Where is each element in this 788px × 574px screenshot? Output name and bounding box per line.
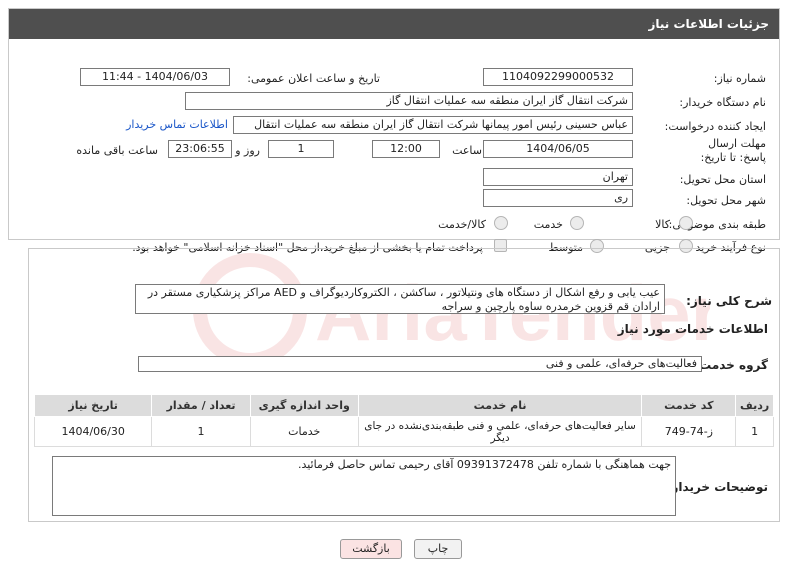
table-row[interactable]: 1 ز-74-749 سایر فعالیت‌های حرفه‌ای، علمی… [33,416,774,447]
announce-date-label: تاریخ و ساعت اعلان عمومی: [247,72,380,85]
service-group-field[interactable]: فعالیت‌های حرفه‌ای، علمی و فنی [138,356,702,372]
province-field[interactable]: تهران [483,168,633,186]
back-button[interactable]: بازگشت [340,539,402,559]
col-date-header: تاریخ نیاز [33,394,153,417]
services-section-title: اطلاعات خدمات مورد نیاز [617,322,768,336]
col-code-header: کد خدمت [641,394,737,417]
category-both-label: کالا/خدمت [438,218,486,231]
buyer-notes-label: توضیحات خریدار: [666,480,768,494]
days-field[interactable]: 1 [268,140,334,158]
creator-label: ایجاد کننده درخواست: [664,120,766,133]
panel-title: جزئیات اطلاعات نیاز [9,9,779,39]
buyer-notes-field[interactable]: جهت هماهنگی با شماره تلفن 09391372478 آق… [52,456,676,516]
service-group-label: گروه خدمت: [694,358,768,372]
description-label: شرح کلی نیاز: [686,294,772,308]
city-label: شهر محل تحویل: [686,194,766,207]
remaining-time-field[interactable]: 23:06:55 [168,140,232,158]
cell-unit: خدمات [249,416,359,447]
deadline-date-field[interactable]: 1404/06/05 [483,140,633,158]
services-table: ردیف کد خدمت نام خدمت واحد اندازه گیری ت… [33,394,774,447]
province-label: استان محل تحویل: [679,173,766,186]
col-name-header: نام خدمت [357,394,643,417]
buyer-contact-link[interactable]: اطلاعات تماس خریدار [126,118,228,131]
remaining-time-label: ساعت باقی مانده [76,144,158,157]
deadline-time-label: ساعت [452,144,482,157]
category-service-label: خدمت [533,218,563,231]
buyer-org-label: نام دستگاه خریدار: [679,96,766,109]
need-number-label: شماره نیاز: [713,72,766,85]
col-qty-header: تعداد / مقدار [151,394,251,417]
announce-date-field[interactable]: 1404/06/03 - 11:44 [80,68,230,86]
col-row-header: ردیف [735,394,774,417]
buyer-org-field[interactable]: شرکت انتقال گاز ایران منطقه سه عملیات ان… [185,92,633,110]
category-service-radio[interactable] [570,216,584,230]
category-both-radio[interactable] [494,216,508,230]
category-goods-radio[interactable] [679,216,693,230]
table-header-row: ردیف کد خدمت نام خدمت واحد اندازه گیری ت… [33,394,774,417]
deadline-time-field[interactable]: 12:00 [372,140,440,158]
cell-date: 1404/06/30 [33,416,153,447]
col-unit-header: واحد اندازه گیری [249,394,359,417]
city-field[interactable]: ری [483,189,633,207]
category-goods-label: کالا [655,218,670,231]
need-number-field[interactable]: 1104092299000532 [483,68,633,86]
cell-row: 1 [735,416,774,447]
creator-field[interactable]: عباس حسینی رئیس امور پیمانها شرکت انتقال… [233,116,633,134]
days-label: روز و [235,144,260,157]
deadline-label: مهلت ارسال پاسخ: تا تاریخ: [700,137,766,164]
cell-name: سایر فعالیت‌های حرفه‌ای، علمی و فنی طبقه… [357,416,643,447]
print-button[interactable]: چاپ [414,539,462,559]
cell-qty: 1 [151,416,251,447]
description-field[interactable]: عیب یابی و رفع اشکال از دستگاه های ونتیل… [135,284,665,314]
cell-code: ز-74-749 [641,416,737,447]
